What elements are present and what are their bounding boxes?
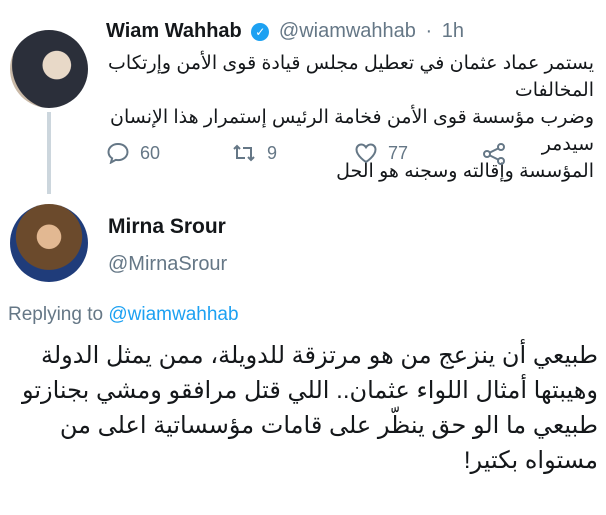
retweet-button[interactable]: 9 (231, 142, 277, 164)
replying-mention-link[interactable]: @wiamwahhab (108, 304, 238, 325)
reply-icon (106, 142, 130, 164)
author-handle[interactable]: @wiamwahhab (279, 20, 416, 42)
thread-line (47, 112, 51, 194)
like-button[interactable]: 77 (354, 142, 408, 164)
replying-prefix: Replying to (8, 304, 104, 325)
author-name[interactable]: Wiam Wahhab (106, 20, 242, 42)
reply-author-name[interactable]: Mirna Srour (108, 215, 226, 239)
avatar-mirna-srour[interactable] (10, 204, 88, 282)
reply-text: طبيعي أن ينزعج من هو مرتزقة للدويلة، ممن… (8, 338, 598, 478)
verified-icon: ✓ (251, 23, 270, 41)
avatar-wiam-wahhab[interactable] (10, 30, 88, 108)
tweet-actions: 60 9 77 (106, 142, 526, 172)
reply-line: مستواه بكتير! (463, 447, 598, 474)
tweet-line: يستمر عماد عثمان في تعطيل مجلس قيادة قوى… (108, 53, 594, 101)
reply-line: طبيعي أن ينزعج من هو مرتزقة للدويلة، ممن… (41, 342, 598, 369)
reply-count: 60 (140, 142, 161, 163)
reply-line: طبيعي ما الو حق ينظّر على قامات مؤسساتية… (59, 412, 598, 439)
replying-to: Replying to @wiamwahhab (8, 304, 239, 326)
like-count: 77 (388, 142, 409, 163)
share-icon (481, 142, 507, 166)
like-icon (354, 142, 378, 164)
retweet-count: 9 (267, 142, 278, 163)
retweet-icon (231, 142, 257, 164)
separator-dot: · (425, 20, 433, 42)
reply-button[interactable]: 60 (106, 142, 160, 164)
share-button[interactable] (481, 142, 507, 166)
reply-author-handle[interactable]: @MirnaSrour (108, 253, 227, 276)
reply-line: وهيبتها أمثال اللواء عثمان.. اللي قتل مر… (21, 377, 598, 404)
tweet-header: Wiam Wahhab ✓ @wiamwahhab · 1h (106, 20, 464, 43)
tweet-time[interactable]: 1h (442, 20, 464, 42)
